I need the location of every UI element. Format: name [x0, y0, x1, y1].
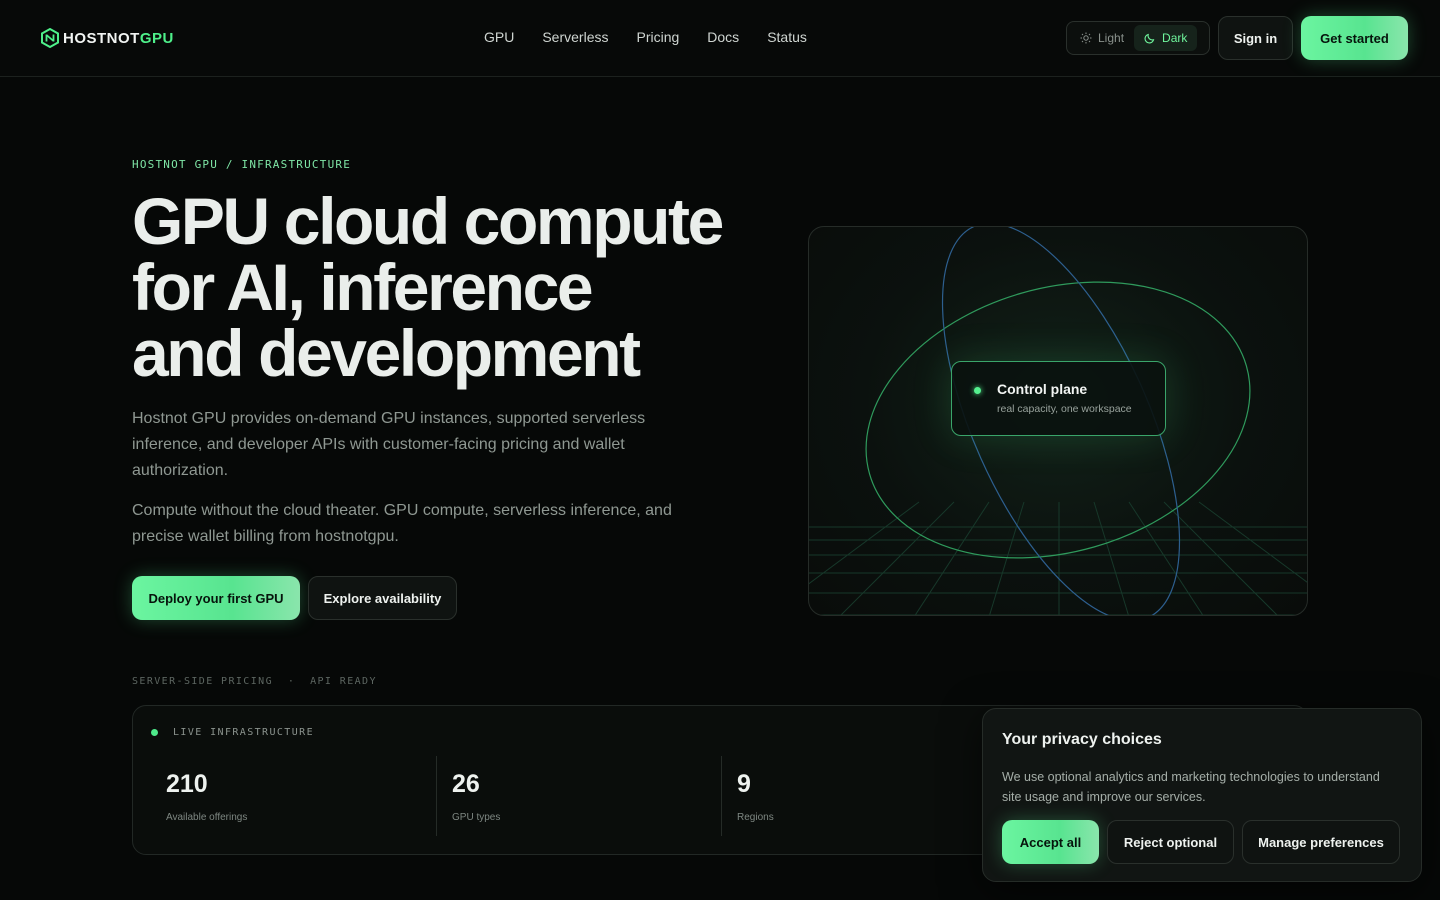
explore-availability-button[interactable]: Explore availability — [308, 576, 457, 620]
theme-dark-label: Dark — [1162, 31, 1188, 45]
brand-logo[interactable]: HOSTNOT GPU — [41, 28, 174, 48]
moon-icon — [1144, 33, 1155, 44]
control-plane-title: Control plane — [997, 381, 1088, 397]
stat-label: GPU types — [452, 812, 501, 823]
privacy-body: We use optional analytics and marketing … — [1002, 770, 1380, 804]
privacy-dialog: Your privacy choices We use optional ana… — [982, 708, 1422, 882]
stat-regions: 9 Regions — [721, 756, 1006, 836]
hero-title-line-3: and development — [132, 316, 641, 390]
hero-title-line-2: for AI, inference — [132, 250, 594, 324]
theme-toggle: Light Dark — [1066, 21, 1210, 55]
live-indicator-icon — [151, 729, 158, 736]
accept-all-button[interactable]: Accept all — [1002, 820, 1099, 864]
hero-lead: Hostnot GPU provides on-demand GPU insta… — [132, 410, 646, 479]
stat-label: Regions — [737, 812, 774, 823]
hero-visual: Control plane real capacity, one workspa… — [808, 226, 1308, 616]
hero-title: GPU cloud compute for AI, inference and … — [132, 188, 752, 386]
privacy-title: Your privacy choices — [1002, 731, 1162, 748]
hero-lead-secondary: Compute without the cloud theater. GPU c… — [132, 502, 672, 545]
stat-value: 26 — [452, 770, 480, 798]
stat-gpu-types: 26 GPU types — [436, 756, 721, 836]
theme-light-label: Light — [1098, 31, 1125, 45]
stat-label: Available offerings — [166, 812, 248, 823]
brand-name-part2: GPU — [139, 29, 174, 47]
control-plane-card: Control plane real capacity, one workspa… — [951, 361, 1166, 436]
status-dot-icon — [974, 387, 981, 394]
get-started-button[interactable]: Get started — [1301, 16, 1408, 60]
site-header: HOSTNOT GPU GPU Serverless Pricing Docs S… — [0, 0, 1440, 77]
sign-in-button[interactable]: Sign in — [1218, 16, 1293, 60]
nav-docs[interactable]: Docs — [707, 29, 739, 45]
nav-status[interactable]: Status — [767, 29, 807, 45]
theme-dark-option[interactable]: Dark — [1134, 25, 1198, 51]
main-nav: GPU Serverless Pricing Docs Status — [484, 29, 807, 45]
brand-name-part1: HOSTNOT — [63, 29, 140, 47]
sun-icon — [1080, 32, 1092, 44]
nav-gpu[interactable]: GPU — [484, 29, 514, 45]
theme-light-option[interactable]: Light — [1070, 25, 1134, 51]
stat-value: 9 — [737, 770, 751, 798]
hero-eyebrow: HOSTNOT GPU / INFRASTRUCTURE — [132, 158, 352, 171]
deploy-gpu-button[interactable]: Deploy your first GPU — [132, 576, 300, 620]
perspective-grid — [809, 501, 1307, 615]
manage-preferences-button[interactable]: Manage preferences — [1242, 820, 1400, 864]
hero-tagline: SERVER-SIDE PRICING · API READY — [132, 676, 377, 687]
control-plane-subtitle: real capacity, one workspace — [997, 403, 1132, 415]
nav-serverless[interactable]: Serverless — [542, 29, 608, 45]
live-infrastructure-label: LIVE INFRASTRUCTURE — [173, 727, 314, 738]
hero-title-line-1: GPU cloud compute — [132, 184, 724, 258]
stat-value: 210 — [166, 770, 208, 798]
logo-mark-icon — [41, 28, 59, 48]
reject-optional-button[interactable]: Reject optional — [1107, 820, 1234, 864]
stat-offerings: 210 Available offerings — [133, 756, 436, 836]
nav-pricing[interactable]: Pricing — [636, 29, 679, 45]
